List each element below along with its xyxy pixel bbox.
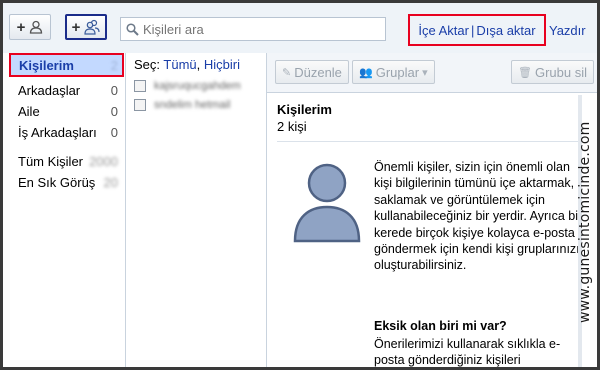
sidebar-item-frequent[interactable]: En Sık Görüş 20 — [18, 175, 118, 190]
group-detail-pane: ✎ Düzenle 👥 Gruplar ▾ 🗑 Grubu sil Kişile… — [267, 53, 597, 367]
sidebar-item-label: Kişilerim — [19, 57, 74, 73]
select-none-link[interactable]: Hiçbiri — [204, 57, 240, 72]
sidebar-item-my-contacts[interactable]: Kişilerim 2 — [9, 53, 124, 77]
delete-label: Grubu sil — [534, 64, 587, 80]
sidebar-item-family[interactable]: Aile 0 — [18, 104, 118, 119]
groups-label: Gruplar — [375, 64, 420, 80]
edit-label: Düzenle — [294, 64, 342, 80]
groups-sidebar: Kişilerim 2 Arkadaşlar 0 Aile 0 İş Arkad… — [3, 53, 125, 367]
group-title: Kişilerim — [277, 102, 332, 117]
export-link[interactable]: Dışa aktar — [476, 23, 535, 38]
print-link[interactable]: Yazdır — [549, 23, 586, 38]
search-icon — [126, 22, 139, 36]
group-description: Önemli kişiler, sizin için önemli olan k… — [374, 160, 583, 273]
sidebar-item-coworkers[interactable]: İş Arkadaşları 0 — [18, 125, 118, 140]
import-export-highlight: İçe Aktar | Dışa aktar — [408, 14, 546, 46]
contact-name: sndelim hetmail — [154, 99, 231, 111]
add-contact-button[interactable]: + — [9, 14, 51, 40]
list-item[interactable]: kajsruqucgahdem — [134, 78, 262, 94]
add-group-button[interactable]: + — [65, 14, 107, 40]
delete-group-button[interactable]: 🗑 Grubu sil — [511, 60, 594, 84]
contact-list-pane: Seç: Tümü, Hiçbiri kajsruqucgahdem sndel… — [125, 53, 267, 367]
sidebar-item-count: 2000 — [89, 154, 118, 169]
sidebar-item-label: Arkadaşlar — [18, 83, 81, 98]
import-link[interactable]: İçe Aktar — [418, 23, 469, 38]
contact-checkbox[interactable] — [134, 80, 146, 92]
list-item[interactable]: sndelim hetmail — [134, 97, 262, 113]
avatar-placeholder-icon — [293, 163, 361, 243]
groups-dropdown-button[interactable]: 👥 Gruplar ▾ — [352, 60, 435, 84]
missing-contact-heading: Eksik olan biri mi var? — [374, 319, 507, 333]
sidebar-item-count: 0 — [110, 104, 118, 119]
watermark-text: www.gunesintomicinde.com — [577, 121, 593, 323]
select-row: Seç: Tümü, Hiçbiri — [134, 57, 240, 72]
detail-toolbar: ✎ Düzenle 👥 Gruplar ▾ 🗑 Grubu sil — [267, 53, 597, 93]
pencil-icon: ✎ — [282, 66, 292, 79]
sidebar-item-label: Tüm Kişiler — [18, 154, 84, 169]
person-icon — [30, 20, 43, 34]
sidebar-item-label: İş Arkadaşları — [18, 125, 97, 140]
trash-icon: 🗑 — [518, 66, 532, 79]
search-input[interactable] — [143, 21, 373, 37]
group-count: 2 kişi — [277, 119, 307, 134]
link-separator: | — [470, 22, 475, 38]
sidebar-item-label: En Sık Görüş — [18, 175, 96, 190]
sidebar-item-count: 2 — [110, 57, 118, 73]
contacts-window: + + İçe Aktar | Dışa akta — [3, 3, 597, 367]
sidebar-item-count: 0 — [110, 83, 118, 98]
sidebar-item-count: 20 — [103, 175, 118, 190]
edit-button[interactable]: ✎ Düzenle — [275, 60, 349, 84]
select-comma: , — [196, 57, 204, 72]
sidebar-item-friends[interactable]: Arkadaşlar 0 — [18, 83, 118, 98]
sidebar-item-label: Aile — [18, 104, 40, 119]
search-box[interactable] — [120, 17, 386, 41]
group-icon: 👥 — [359, 66, 373, 79]
chevron-down-icon: ▾ — [422, 66, 428, 79]
divider — [277, 141, 593, 142]
missing-contact-text: Önerilerimizi kullanarak sıklıkla e-post… — [374, 337, 561, 367]
plus-icon: + — [16, 18, 26, 36]
sidebar-item-count: 0 — [110, 125, 118, 140]
contact-checkbox[interactable] — [134, 99, 146, 111]
sidebar-item-all-contacts[interactable]: Tüm Kişiler 2000 — [18, 154, 118, 169]
select-all-link[interactable]: Tümü — [163, 57, 196, 72]
group-icon — [84, 19, 100, 35]
contact-name: kajsruqucgahdem — [154, 80, 241, 92]
plus-icon: + — [71, 18, 81, 36]
top-toolbar: + + İçe Aktar | Dışa akta — [3, 3, 597, 53]
select-label: Seç: — [134, 57, 161, 72]
